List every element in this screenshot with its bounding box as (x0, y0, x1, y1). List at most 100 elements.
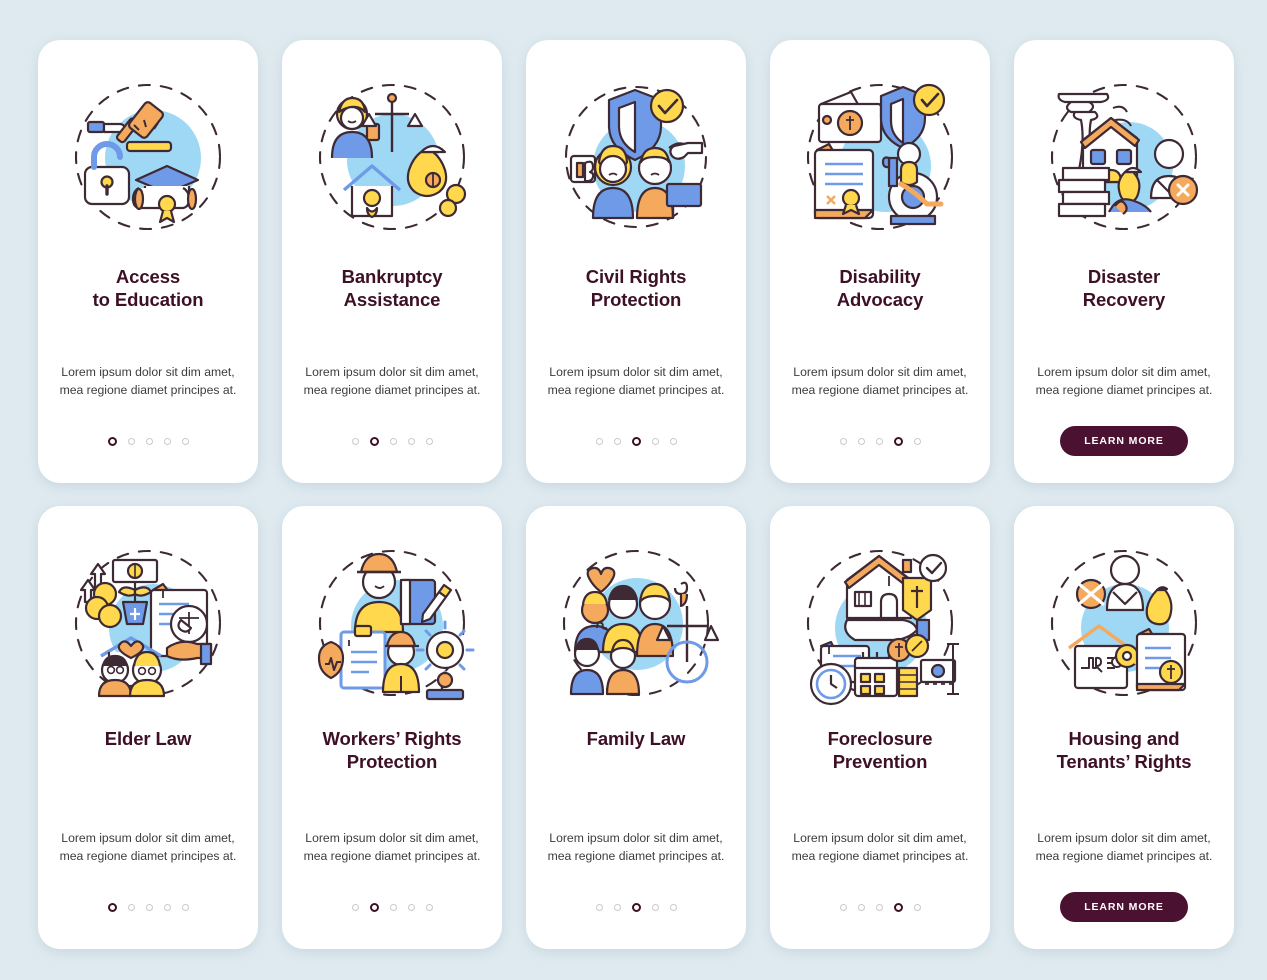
pagination-dot-4[interactable] (163, 437, 171, 445)
pagination-dot-5[interactable] (181, 903, 189, 911)
onboarding-card-access-to-education[interactable]: Access to Education Lorem ipsum dolor sit … (38, 40, 258, 483)
pagination-dot-5[interactable] (669, 903, 677, 911)
card-footer (38, 865, 258, 949)
onboarding-screens-grid: Access to Education Lorem ipsum dolor sit … (0, 0, 1267, 949)
card-title: Civil Rights Protection (585, 266, 687, 310)
pagination-dot-5[interactable] (913, 903, 921, 911)
card-description: Lorem ipsum dolor sit dim amet, mea regi… (547, 364, 725, 397)
card-footer: LEARN MORE (1014, 399, 1234, 483)
pagination-dots (595, 436, 677, 446)
pagination-dot-2[interactable] (613, 437, 621, 445)
pagination-dot-5[interactable] (181, 437, 189, 445)
card-footer: LEARN MORE (1014, 865, 1234, 949)
pagination-dot-4[interactable] (407, 437, 415, 445)
pagination-dot-4[interactable] (163, 903, 171, 911)
house-hand-clock-calendar-money-icon (785, 528, 975, 718)
pagination-dot-4-active[interactable] (893, 902, 903, 912)
pagination-dot-1[interactable] (595, 437, 603, 445)
card-description: Lorem ipsum dolor sit dim amet, mea regi… (59, 364, 237, 397)
onboarding-card-elder-law[interactable]: Elder Law Lorem ipsum dolor sit dim amet,… (38, 506, 258, 949)
pagination-dot-3[interactable] (145, 437, 153, 445)
card-title: Family Law (586, 728, 686, 749)
card-title: Foreclosure Prevention (827, 728, 933, 772)
pagination-dot-4[interactable] (407, 903, 415, 911)
onboarding-card-workers-rights-protection[interactable]: Workers’ Rights Protection Lorem ipsum dol… (282, 506, 502, 949)
learn-more-button[interactable]: LEARN MORE (1060, 892, 1188, 922)
card-description: Lorem ipsum dolor sit dim amet, mea regi… (547, 830, 725, 863)
money-shield-document-wheelchair-icon (785, 62, 975, 252)
pagination-dot-1[interactable] (839, 903, 847, 911)
pagination-dot-1-active[interactable] (107, 902, 117, 912)
pagination-dot-3[interactable] (875, 903, 883, 911)
pagination-dot-2[interactable] (857, 903, 865, 911)
pagination-dot-5[interactable] (425, 903, 433, 911)
card-title: Elder Law (104, 728, 192, 749)
pagination-dot-1[interactable] (595, 903, 603, 911)
pagination-dot-2[interactable] (613, 903, 621, 911)
construction-workers-clipboard-gear-icon (297, 528, 487, 718)
pagination-dots (351, 902, 433, 912)
pagination-dot-4[interactable] (651, 437, 659, 445)
onboarding-card-disability-advocacy[interactable]: Disability Advocacy Lorem ipsum dolor sit … (770, 40, 990, 483)
pagination-dot-5[interactable] (425, 437, 433, 445)
shield-check-two-people-protest-icon (541, 62, 731, 252)
card-title: Workers’ Rights Protection (322, 728, 462, 772)
card-footer (38, 399, 258, 483)
elderly-couple-coins-scales-document-icon (53, 528, 243, 718)
card-description: Lorem ipsum dolor sit dim amet, mea regi… (1035, 830, 1213, 863)
pagination-dots (107, 902, 189, 912)
onboarding-card-bankruptcy-assistance[interactable]: Bankruptcy Assistance Lorem ipsum dolor si… (282, 40, 502, 483)
pagination-dots (351, 436, 433, 446)
pagination-dot-3-active[interactable] (631, 436, 641, 446)
pagination-dot-3[interactable] (389, 903, 397, 911)
pagination-dot-1[interactable] (351, 437, 359, 445)
pagination-dots (839, 436, 921, 446)
onboarding-card-family-law[interactable]: Family Law Lorem ipsum dolor sit dim amet… (526, 506, 746, 949)
card-footer (526, 399, 746, 483)
pagination-dot-5[interactable] (913, 437, 921, 445)
pagination-dot-2[interactable] (127, 903, 135, 911)
card-description: Lorem ipsum dolor sit dim amet, mea regi… (303, 364, 481, 397)
card-description: Lorem ipsum dolor sit dim amet, mea regi… (791, 364, 969, 397)
family-children-scales-lawyer-icon (541, 528, 731, 718)
pagination-dot-2[interactable] (127, 437, 135, 445)
pagination-dot-4[interactable] (651, 903, 659, 911)
pagination-dot-2-active[interactable] (369, 902, 379, 912)
pagination-dot-3[interactable] (875, 437, 883, 445)
card-title: Housing and Tenants’ Rights (1056, 728, 1192, 772)
onboarding-card-disaster-recovery[interactable]: Disaster Recovery Lorem ipsum dolor sit di… (1014, 40, 1234, 483)
card-title: Disability Advocacy (836, 266, 924, 310)
pagination-dot-4-active[interactable] (893, 436, 903, 446)
learn-more-button[interactable]: LEARN MORE (1060, 426, 1188, 456)
pagination-dots (595, 902, 677, 912)
onboarding-card-foreclosure-prevention[interactable]: Foreclosure Prevention Lorem ipsum dolor s… (770, 506, 990, 949)
pagination-dot-5[interactable] (669, 437, 677, 445)
pagination-dot-2[interactable] (857, 437, 865, 445)
pagination-dots (107, 436, 189, 446)
pagination-dot-3-active[interactable] (631, 902, 641, 912)
onboarding-card-housing-and-tenants-rights[interactable]: Housing and Tenants’ Rights Lorem ipsum do… (1014, 506, 1234, 949)
card-description: Lorem ipsum dolor sit dim amet, mea regi… (59, 830, 237, 863)
card-footer (770, 399, 990, 483)
pagination-dot-3[interactable] (389, 437, 397, 445)
card-footer (770, 865, 990, 949)
pagination-dot-3[interactable] (145, 903, 153, 911)
card-description: Lorem ipsum dolor sit dim amet, mea regi… (303, 830, 481, 863)
woman-scales-house-money-bag-icon (297, 62, 487, 252)
card-footer (526, 865, 746, 949)
card-title: Bankruptcy Assistance (341, 266, 443, 310)
card-footer (282, 399, 502, 483)
pagination-dot-1[interactable] (839, 437, 847, 445)
onboarding-card-civil-rights-protection[interactable]: Civil Rights Protection Lorem ipsum dolor … (526, 40, 746, 483)
rent-house-key-person-document-icon (1029, 528, 1219, 718)
card-description: Lorem ipsum dolor sit dim amet, mea regi… (791, 830, 969, 863)
pagination-dot-1[interactable] (351, 903, 359, 911)
card-title: Access to Education (92, 266, 204, 310)
card-title: Disaster Recovery (1082, 266, 1166, 310)
pagination-dots (839, 902, 921, 912)
card-description: Lorem ipsum dolor sit dim amet, mea regi… (1035, 364, 1213, 397)
pagination-dot-2-active[interactable] (369, 436, 379, 446)
pagination-dot-1-active[interactable] (107, 436, 117, 446)
tornado-broken-house-bricks-person-icon (1029, 62, 1219, 252)
gavel-lock-graduation-cap-diploma-icon (53, 62, 243, 252)
